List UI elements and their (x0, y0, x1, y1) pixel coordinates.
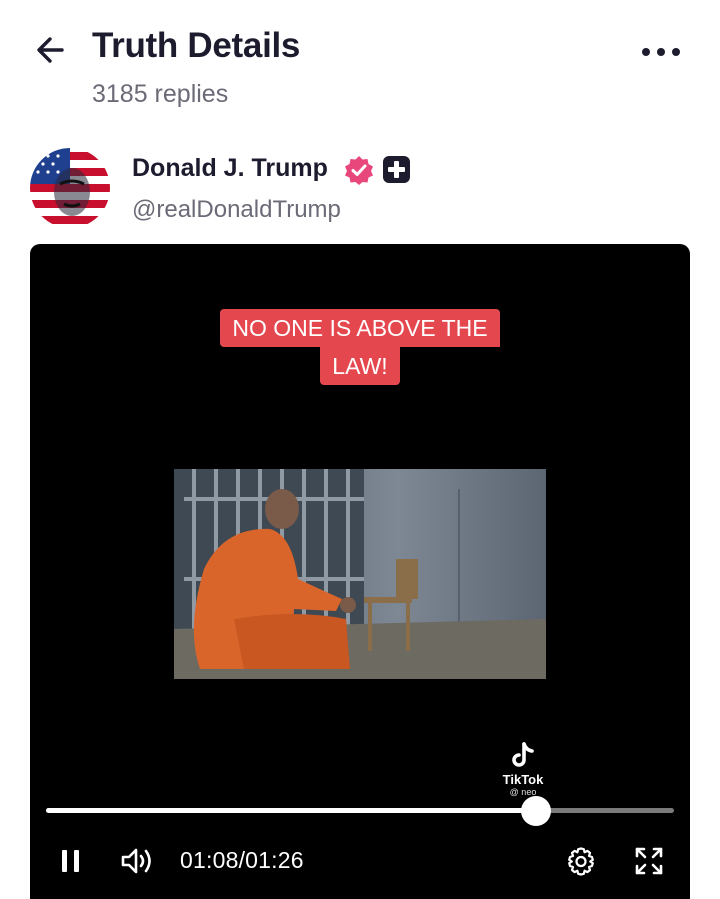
back-button[interactable] (32, 30, 72, 70)
avatar[interactable] (30, 148, 110, 228)
verified-badge-icon (343, 154, 375, 186)
caption-line-2: LAW! (320, 347, 400, 385)
video-frame (174, 469, 546, 679)
fullscreen-button[interactable] (634, 846, 664, 876)
top-bar: Truth Details 3185 replies (0, 0, 720, 130)
more-horizontal-icon (642, 48, 680, 56)
tiktok-watermark: TikTok @ neo (488, 742, 558, 797)
volume-icon (121, 848, 151, 874)
tiktok-username: @ neo (509, 787, 537, 797)
tiktok-label: TikTok (502, 772, 544, 787)
page-title: Truth Details (92, 26, 301, 65)
settings-button[interactable] (566, 846, 596, 876)
time-display: 01:08/01:26 (180, 847, 304, 874)
more-options-button[interactable] (640, 42, 682, 62)
progress-filled (46, 808, 536, 813)
reply-count: 3185 replies (92, 80, 229, 108)
pause-button[interactable] (60, 848, 82, 874)
caption-line-1: NO ONE IS ABOVE THE (220, 309, 500, 347)
duration: 01:26 (245, 847, 304, 873)
tiktok-logo-icon (512, 742, 534, 767)
gear-icon (568, 847, 594, 876)
current-time: 01:08 (180, 847, 239, 873)
video-caption: NO ONE IS ABOVE THE LAW! (30, 309, 690, 385)
video-controls: 01:08/01:26 (30, 844, 690, 880)
author-name[interactable]: Donald J. Trump (132, 154, 328, 183)
fullscreen-icon (635, 847, 663, 875)
progress-bar[interactable] (46, 796, 674, 826)
volume-button[interactable] (120, 846, 156, 876)
pause-icon (62, 850, 79, 872)
arrow-left-icon (37, 37, 64, 63)
plus-badge-icon (383, 156, 410, 183)
video-player[interactable]: NO ONE IS ABOVE THE LAW! TikTok @ neo 01… (30, 244, 690, 899)
progress-thumb[interactable] (521, 796, 551, 826)
author-handle[interactable]: @realDonaldTrump (132, 196, 341, 224)
post-author: Donald J. Trump @realDonaldTrump (0, 140, 720, 240)
